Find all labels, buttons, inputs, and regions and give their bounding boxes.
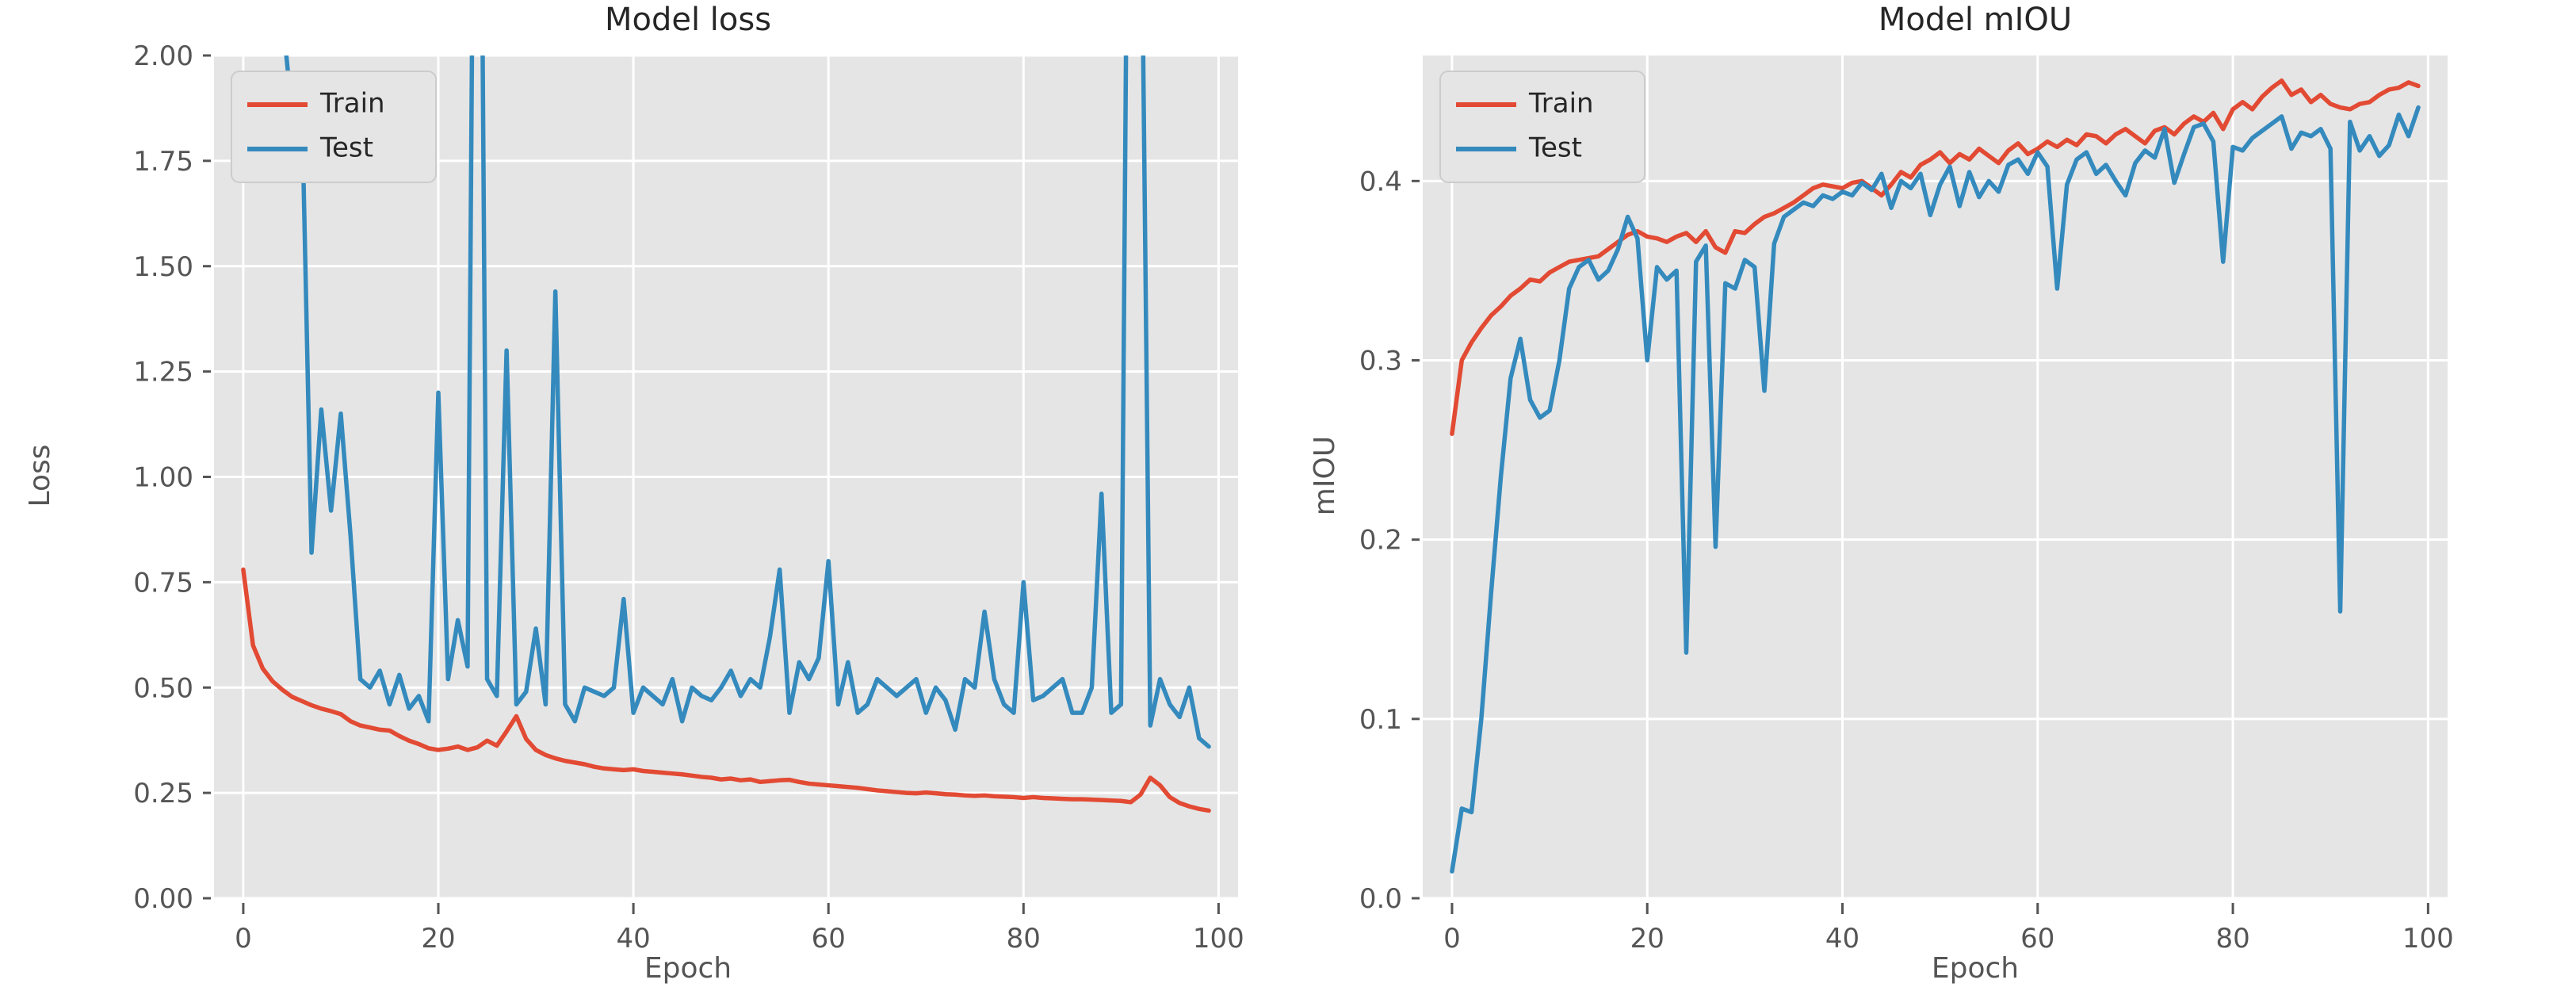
miou-x-axis-label: Epoch — [1932, 952, 2019, 985]
chart-panel-miou: Model mIOU 0.0 0.1 0.2 0.3 0.4 0 20 40 60 80 100 Tr… — [1288, 0, 2576, 991]
miou-legend-label-train: Train — [1528, 88, 1594, 120]
miou-x-tick-label: 80 — [2215, 923, 2249, 955]
loss-x-tick-label: 80 — [1007, 923, 1041, 955]
chart-panel-loss: Model loss 0.00 0.25 0.50 0.75 1.00 1.25 1.50 1… — [0, 0, 1288, 991]
loss-x-tick-label: 100 — [1193, 923, 1244, 955]
loss-plot-area: 0.00 0.25 0.50 0.75 1.00 1.25 1.50 1.75 2.00 0 20 4… — [133, 40, 1244, 955]
loss-y-axis-label: Loss — [24, 445, 56, 507]
loss-y-tick-label: 1.75 — [133, 146, 193, 178]
loss-x-tick-label: 40 — [616, 923, 650, 955]
miou-y-tick-label: 0.0 — [1359, 883, 1402, 915]
miou-legend: Train Test — [1439, 71, 1645, 183]
miou-x-tick-label: 0 — [1443, 923, 1461, 955]
miou-plot-area: 0.0 0.1 0.2 0.3 0.4 0 20 40 60 80 100 Train Test — [1359, 55, 2454, 955]
miou-legend-label-test: Test — [1528, 132, 1582, 164]
miou-x-tick-label: 60 — [2020, 923, 2054, 955]
loss-legend: Train Test — [231, 71, 437, 183]
loss-y-tick-label: 2.00 — [133, 40, 193, 72]
loss-y-tick-label: 0.50 — [133, 672, 193, 704]
loss-x-axis-label: Epoch — [644, 952, 732, 985]
miou-y-tick-label: 0.2 — [1359, 525, 1402, 557]
figure-canvas: Model loss 0.00 0.25 0.50 0.75 1.00 1.25 1.50 1… — [0, 0, 2576, 991]
loss-chart-title: Model loss — [605, 2, 771, 38]
miou-chart-svg: Model mIOU 0.0 0.1 0.2 0.3 0.4 0 20 40 60 80 100 Tr… — [1309, 2, 2454, 985]
loss-y-tick-label: 0.75 — [133, 567, 193, 599]
loss-y-tick-label: 0.25 — [133, 778, 193, 809]
miou-y-tick-label: 0.4 — [1359, 166, 1402, 197]
miou-x-tick-label: 40 — [1825, 923, 1859, 955]
loss-x-tick-label: 0 — [235, 923, 252, 955]
loss-y-tick-label: 1.25 — [133, 357, 193, 388]
loss-y-tick-label: 1.00 — [133, 462, 193, 494]
loss-chart-svg: Model loss 0.00 0.25 0.50 0.75 1.00 1.25 1.50 1… — [24, 2, 1244, 985]
miou-y-tick-label: 0.1 — [1359, 704, 1402, 736]
loss-legend-label-test: Test — [319, 132, 373, 164]
miou-x-tick-label: 20 — [1630, 923, 1664, 955]
miou-x-tick-label: 100 — [2402, 923, 2454, 955]
loss-y-tick-label: 0.00 — [133, 883, 193, 915]
miou-chart-title: Model mIOU — [1878, 2, 2072, 38]
loss-legend-label-train: Train — [319, 88, 385, 120]
loss-y-tick-label: 1.50 — [133, 251, 193, 283]
loss-x-tick-label: 20 — [421, 923, 455, 955]
loss-x-tick-label: 60 — [812, 923, 846, 955]
miou-y-axis-label: mIOU — [1309, 436, 1341, 515]
miou-y-tick-label: 0.3 — [1359, 345, 1402, 377]
